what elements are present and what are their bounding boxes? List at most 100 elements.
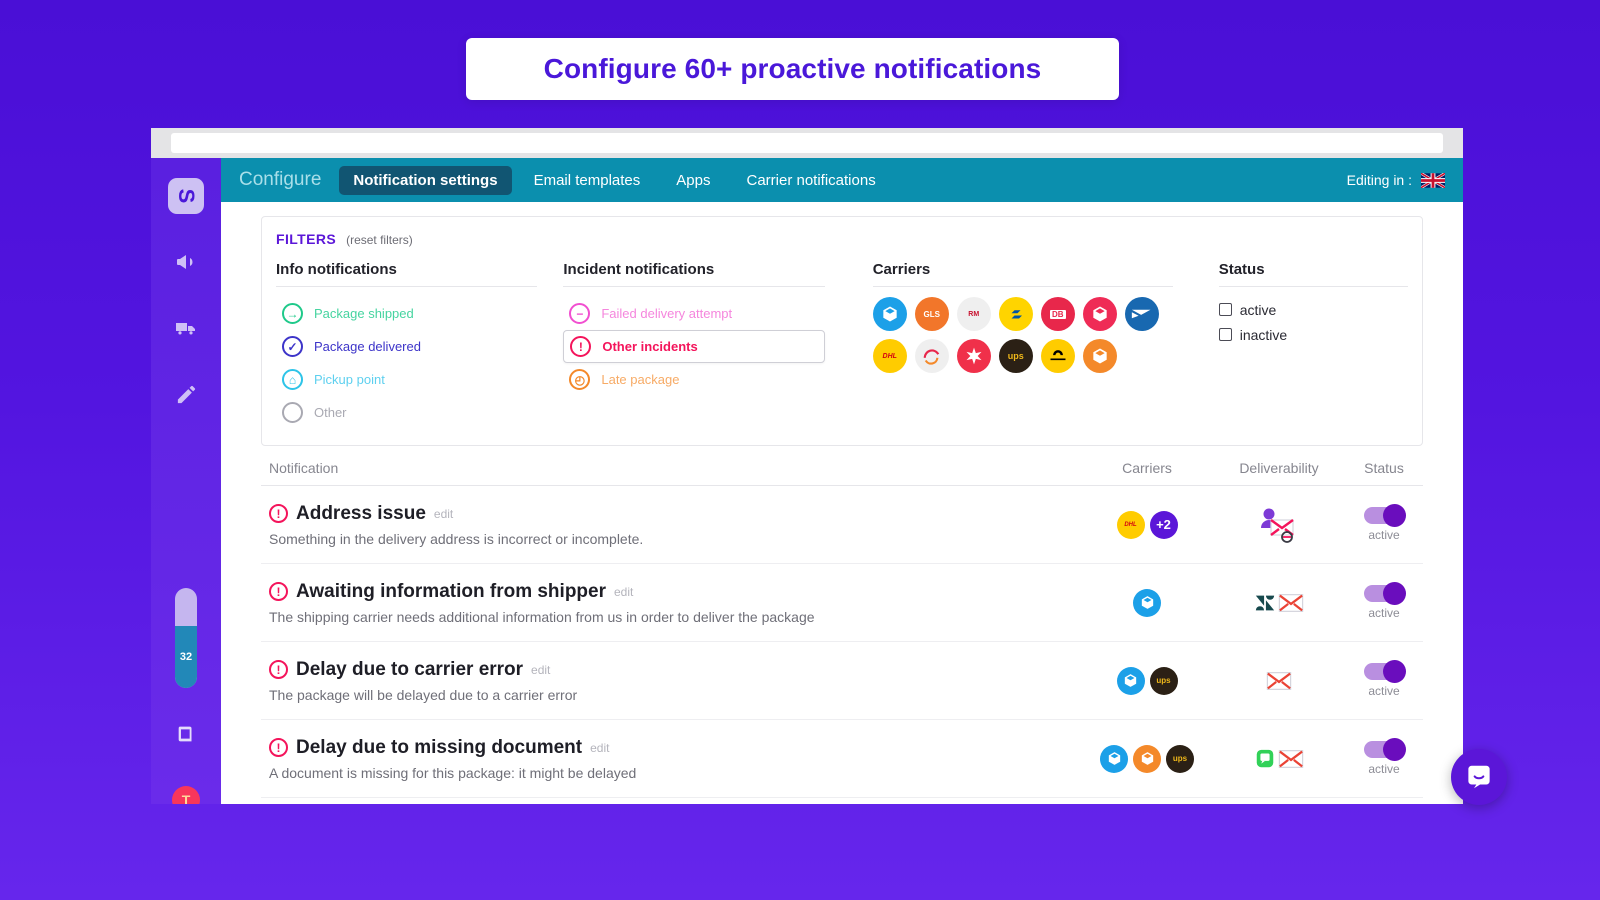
filter-package-delivered[interactable]: ✓ Package delivered [276, 330, 537, 363]
row-carriers [1081, 588, 1213, 617]
filter-late-package[interactable]: ◴ Late package [563, 363, 824, 396]
app-logo[interactable]: S [168, 178, 204, 214]
user-avatar[interactable]: T [172, 786, 200, 804]
carrier-chip-generic-carrier-blue[interactable] [1100, 744, 1128, 773]
empty-circle-icon [282, 402, 303, 423]
carrier-chip-royal-mail-carrier[interactable]: RM [956, 297, 991, 331]
column-header-notification: Notification [269, 460, 339, 476]
filter-group-info: Info notifications → Package shipped ✓ P… [276, 261, 538, 429]
chat-bubble-icon [1468, 765, 1490, 789]
tab-email-templates[interactable]: Email templates [520, 166, 655, 195]
filter-failed-delivery-attempt[interactable]: − Failed delivery attempt [563, 297, 824, 330]
status-label: active [1239, 301, 1277, 318]
notification-title-line: ! Delay due to missing document edit [269, 737, 1081, 759]
left-sidebar: S 32 T [151, 158, 221, 804]
carrier-chip-gls-carrier[interactable]: GLS [914, 297, 949, 331]
carrier-chip-generic-carrier-red[interactable] [1082, 297, 1117, 331]
reset-filters-link[interactable]: (reset filters) [346, 233, 413, 247]
tab-apps[interactable]: Apps [662, 166, 724, 195]
carrier-chip-generic-carrier-blue[interactable] [1133, 588, 1161, 617]
carrier-chip-chronopost-carrier[interactable] [914, 339, 949, 373]
person-envelope-icon [1261, 508, 1294, 543]
filter-package-shipped[interactable]: → Package shipped [276, 297, 537, 330]
filter-label: Failed delivery attempt [601, 306, 733, 321]
notification-title-line: ! Address issue edit [269, 503, 1081, 525]
minus-circle-icon: − [569, 303, 591, 324]
notification-description: The package will be delayed due to a car… [269, 686, 578, 703]
more-carriers-badge[interactable]: +2 [1149, 510, 1178, 539]
app-body: S 32 T Configure Notification settings E… [151, 158, 1463, 804]
status-label: active [1368, 684, 1400, 698]
filter-other-info[interactable]: Other [276, 396, 537, 429]
notification-title-line: ! Delay due to carrier error edit [269, 659, 1081, 681]
status-toggle[interactable] [1364, 738, 1406, 761]
notification-description: Something in the delivery address is inc… [269, 530, 644, 547]
carrier-chip-db-schenker-carrier[interactable]: DB [1040, 297, 1075, 331]
status-toggle[interactable] [1364, 660, 1406, 683]
carrier-chip-ups-carrier[interactable]: ups [1149, 666, 1178, 695]
filter-label: Other [314, 405, 347, 420]
status-label: active [1368, 606, 1400, 620]
filter-group-incident: Incident notifications − Failed delivery… [563, 261, 825, 429]
progress-value: 32 [179, 651, 193, 663]
row-status: active [1345, 738, 1423, 776]
filters-title: FILTERS [276, 231, 337, 247]
carrier-chip-colissimo-carrier[interactable] [956, 339, 991, 373]
row-status: active [1345, 582, 1423, 620]
carrier-chip-dhl-carrier[interactable]: DHL [1116, 510, 1145, 539]
uk-flag-icon[interactable] [1421, 172, 1445, 188]
tab-carrier-notifications[interactable]: Carrier notifications [732, 166, 889, 195]
browser-url-bar[interactable] [171, 133, 1443, 153]
filter-other-incidents[interactable]: ! Other incidents [563, 330, 825, 363]
status-checkbox-inactive[interactable]: inactive [1218, 322, 1408, 347]
table-row[interactable]: ! Delay due to missing document edit A d… [261, 720, 1423, 798]
filter-pickup-point[interactable]: ⌂ Pickup point [276, 363, 537, 396]
row-deliverability [1213, 670, 1345, 692]
exclamation-circle-icon: ! [269, 582, 288, 601]
exclamation-circle-icon: ! [570, 336, 592, 357]
filters-columns: Info notifications → Package shipped ✓ P… [276, 261, 1408, 429]
exclamation-circle-icon: ! [269, 660, 288, 679]
clock-circle-icon: ◴ [569, 369, 591, 390]
carrier-chip-ups-carrier[interactable]: ups [1166, 744, 1194, 773]
notification-title: Delay due to carrier error [296, 658, 524, 680]
home-circle-icon: ⌂ [282, 369, 303, 390]
zendesk-icon [1255, 595, 1275, 610]
status-checkbox-active[interactable]: active [1218, 297, 1408, 322]
status-toggle[interactable] [1364, 504, 1406, 527]
edit-link[interactable]: edit [434, 507, 453, 521]
carrier-chip-la-poste-carrier[interactable] [998, 297, 1033, 331]
megaphone-icon[interactable] [166, 242, 206, 282]
carrier-chip-deutsche-post-carrier[interactable] [1040, 339, 1075, 373]
carrier-chip-ups-carrier[interactable]: ups [998, 339, 1033, 373]
exclamation-circle-icon: ! [269, 504, 288, 523]
tab-notification-settings[interactable]: Notification settings [339, 165, 512, 195]
topbar-right-group: Editing in : [1347, 172, 1445, 188]
carrier-filter-grid: GLS RM DB DHL ups [872, 297, 1173, 373]
carrier-chip-generic-carrier-blue[interactable] [1116, 666, 1145, 695]
notification-title: Delay due to missing document [296, 736, 583, 758]
truck-icon[interactable] [166, 308, 206, 348]
carrier-chip-usps-carrier[interactable] [1124, 297, 1159, 331]
edit-link[interactable]: edit [590, 741, 609, 755]
table-row[interactable]: ! Address issue edit Something in the de… [261, 486, 1423, 564]
carrier-chip-generic-carrier-orange[interactable] [1133, 744, 1161, 773]
edit-link[interactable]: edit [614, 585, 633, 599]
table-row[interactable]: ! Awaiting information from shipper edit… [261, 564, 1423, 642]
checkbox-icon [1218, 303, 1232, 316]
status-toggle[interactable] [1364, 582, 1406, 605]
book-icon[interactable] [175, 723, 197, 750]
carrier-chip-generic-carrier-orange[interactable] [1082, 339, 1117, 373]
intercom-chat-launcher[interactable] [1451, 749, 1507, 805]
sms-icon [1256, 749, 1274, 767]
editing-language-label: Editing in : [1346, 172, 1412, 188]
edit-link[interactable]: edit [531, 663, 550, 677]
onboarding-progress-bar[interactable] [175, 588, 197, 688]
email-icon [1266, 671, 1292, 690]
table-row[interactable]: ! Delay due to carrier error edit The pa… [261, 642, 1423, 720]
filter-group-incident-title: Incident notifications [563, 261, 825, 287]
carrier-chip-generic-carrier-blue[interactable] [872, 297, 907, 331]
carrier-chip-dhl-carrier[interactable]: DHL [872, 339, 907, 373]
notification-title-line: ! Awaiting information from shipper edit [269, 581, 1081, 603]
pencil-icon[interactable] [166, 374, 206, 414]
